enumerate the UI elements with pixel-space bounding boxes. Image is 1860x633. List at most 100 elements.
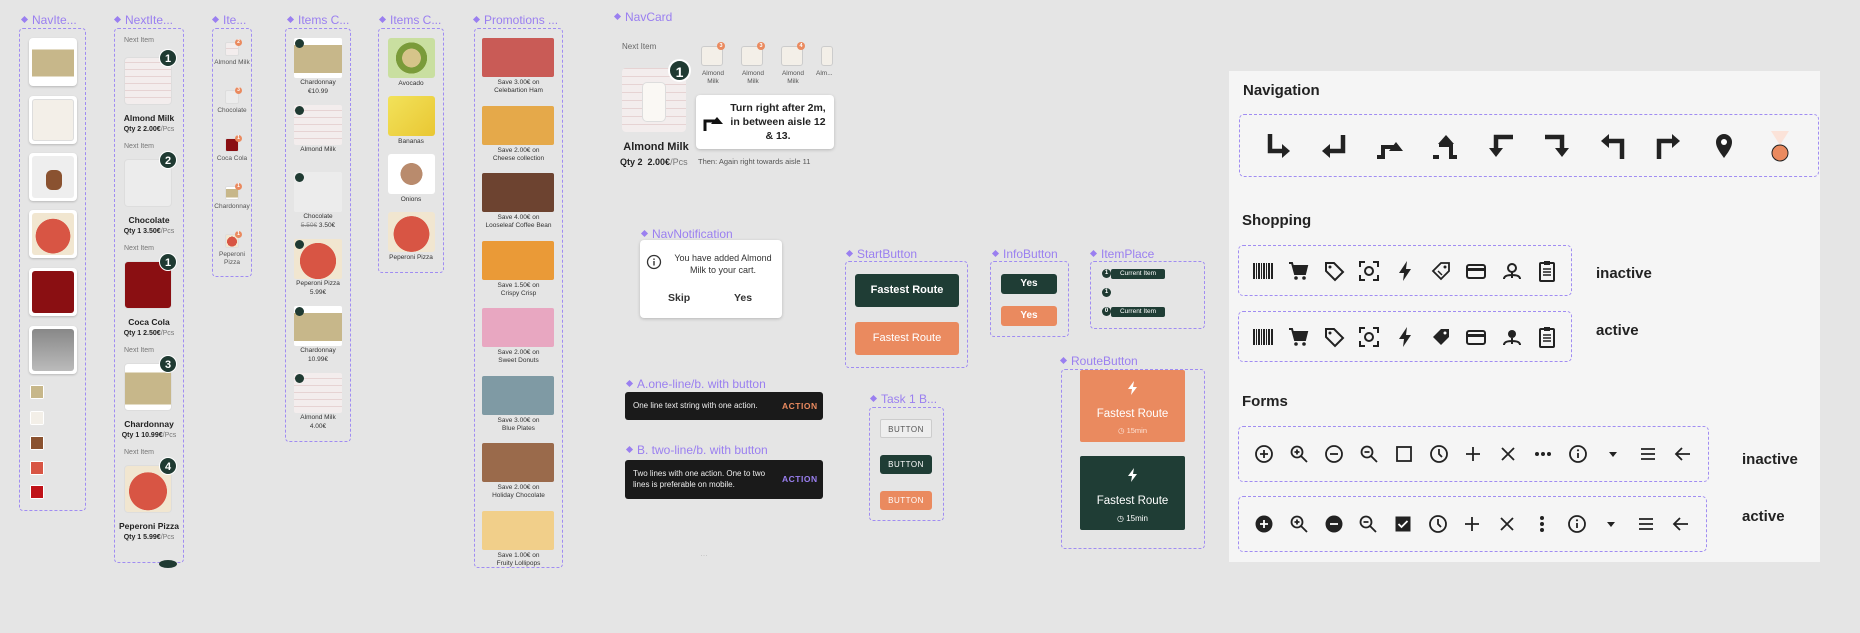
turn-down-right-icon[interactable]	[1263, 131, 1293, 161]
dropdown-arrow-icon[interactable]	[1601, 514, 1621, 534]
itemsc2-image[interactable]	[388, 154, 435, 194]
arrow-back-icon[interactable]	[1673, 444, 1693, 464]
frame-title-task[interactable]: Task 1 B...	[869, 392, 939, 406]
frame-title-itemplace[interactable]: ItemPlace	[1089, 247, 1169, 261]
info-circle-icon[interactable]	[1567, 514, 1587, 534]
user-location-icon[interactable]	[1765, 129, 1795, 163]
coupon-icon[interactable]	[1430, 326, 1452, 348]
arrow-back-icon[interactable]	[1671, 514, 1691, 534]
itemsc2-image[interactable]	[388, 96, 435, 136]
add-circle-icon[interactable]	[1254, 514, 1274, 534]
clock-icon[interactable]	[1429, 444, 1449, 464]
route-button-orange[interactable]: Fastest Route ◷ 15min	[1080, 370, 1185, 442]
plus-icon[interactable]	[1463, 444, 1483, 464]
turn-up-right-icon[interactable]	[1653, 131, 1683, 161]
promotion-image[interactable]	[482, 443, 554, 482]
frame-title-navitem[interactable]: NavIte...	[20, 13, 80, 27]
frame-title-navcard[interactable]: NavCard	[613, 10, 693, 24]
credit-card-icon[interactable]	[1465, 260, 1487, 282]
frame-title-infobutton[interactable]: InfoButton	[991, 247, 1066, 261]
cart-icon[interactable]	[1287, 326, 1309, 348]
itemsc2-image[interactable]	[388, 212, 435, 252]
navitem-mini-5[interactable]	[30, 485, 44, 499]
route-button-dark[interactable]: Fastest Route ◷ 15min	[1080, 456, 1185, 530]
navitem-thumb-milk[interactable]	[29, 96, 77, 144]
info-circle-icon[interactable]	[1568, 444, 1588, 464]
navcard-instruction-card[interactable]: Turn right after 2m, in between aisle 12…	[696, 95, 834, 149]
task-button-orange[interactable]: BUTTON	[880, 491, 932, 510]
yes-button-orange[interactable]: Yes	[1001, 306, 1057, 326]
step-up-left-icon[interactable]	[1430, 131, 1460, 161]
itemsc2-image[interactable]	[388, 38, 435, 78]
zoom-in-icon[interactable]	[1289, 444, 1309, 464]
plus-icon[interactable]	[1462, 514, 1482, 534]
barcode-icon[interactable]	[1252, 260, 1274, 282]
navitem-thumb-cola[interactable]	[29, 268, 77, 316]
checkbox-empty-icon[interactable]	[1394, 444, 1414, 464]
scan-icon[interactable]	[1358, 326, 1380, 348]
flash-icon[interactable]	[1394, 260, 1416, 282]
promotion-image[interactable]	[482, 375, 554, 415]
frame-title-navnotification[interactable]: NavNotification	[640, 227, 750, 241]
more-vertical-icon[interactable]	[1532, 514, 1552, 534]
zoom-in-icon[interactable]	[1289, 514, 1309, 534]
navitem-mini-4[interactable]	[30, 461, 44, 475]
location-pin-icon[interactable]	[1709, 131, 1739, 161]
snackbar-one-line-action[interactable]: ACTION	[782, 401, 818, 411]
navitem-thumb-pizza[interactable]	[29, 210, 77, 258]
cart-icon[interactable]	[1287, 260, 1309, 282]
scan-icon[interactable]	[1358, 260, 1380, 282]
promotion-image[interactable]	[482, 510, 554, 550]
fastest-route-button-dark[interactable]: Fastest Route	[855, 274, 959, 307]
more-horizontal-icon[interactable]	[1533, 444, 1553, 464]
clock-icon[interactable]	[1428, 514, 1448, 534]
frame-title-itemsc1[interactable]: Items C...	[286, 13, 356, 27]
promotion-image[interactable]	[482, 38, 554, 77]
credit-card-icon[interactable]	[1465, 326, 1487, 348]
promotion-image[interactable]	[482, 240, 554, 280]
remove-circle-icon[interactable]	[1324, 514, 1344, 534]
tag-icon[interactable]	[1323, 260, 1345, 282]
turn-up-left-icon[interactable]	[1598, 131, 1628, 161]
pickup-icon[interactable]	[1501, 326, 1523, 348]
checkbox-checked-icon[interactable]	[1393, 514, 1413, 534]
fastest-route-button-orange[interactable]: Fastest Route	[855, 322, 959, 355]
frame-title-itemsc2[interactable]: Items C...	[378, 13, 448, 27]
flash-icon[interactable]	[1394, 326, 1416, 348]
zoom-out-icon[interactable]	[1359, 444, 1379, 464]
frame-title-routebutton[interactable]: RouteButton	[1059, 354, 1149, 368]
task-button-dark[interactable]: BUTTON	[880, 455, 932, 474]
barcode-icon[interactable]	[1252, 326, 1274, 348]
remove-circle-icon[interactable]	[1324, 444, 1344, 464]
close-icon[interactable]	[1498, 444, 1518, 464]
navitem-thumb-people[interactable]	[29, 326, 77, 374]
menu-icon[interactable]	[1636, 514, 1656, 534]
upcoming-item-image[interactable]	[821, 46, 833, 66]
navnotification-yes-button[interactable]: Yes	[734, 292, 752, 304]
tag-icon[interactable]	[1323, 326, 1345, 348]
navitem-mini-3[interactable]	[30, 436, 44, 450]
coupon-icon[interactable]	[1430, 260, 1452, 282]
navitem-mini-1[interactable]	[30, 385, 44, 399]
navitem-thumb-wine[interactable]	[29, 38, 77, 86]
task-button-outline[interactable]: BUTTON	[880, 419, 932, 438]
promotion-image[interactable]	[482, 105, 554, 145]
zoom-out-icon[interactable]	[1358, 514, 1378, 534]
frame-title-nextitem[interactable]: NextIte...	[113, 13, 178, 27]
close-icon[interactable]	[1497, 514, 1517, 534]
yes-button-dark[interactable]: Yes	[1001, 274, 1057, 294]
dropdown-arrow-icon[interactable]	[1603, 444, 1623, 464]
return-left-icon[interactable]	[1319, 131, 1349, 161]
step-up-right-icon[interactable]	[1374, 131, 1404, 161]
promotion-image[interactable]	[482, 308, 554, 347]
navitem-thumb-chocolate[interactable]	[29, 153, 77, 201]
clipboard-icon[interactable]	[1536, 326, 1558, 348]
turn-down-right-alt-icon[interactable]	[1542, 131, 1572, 161]
frame-title-promotions[interactable]: Promotions ...	[472, 13, 562, 27]
turn-down-left-icon[interactable]	[1486, 131, 1516, 161]
frame-title-oneline[interactable]: A.one-line/b. with button	[625, 377, 785, 391]
promotion-image[interactable]	[482, 173, 554, 212]
frame-title-twoline[interactable]: B. two-line/b. with button	[625, 443, 785, 457]
navitem-mini-2[interactable]	[30, 411, 44, 425]
frame-title-startbutton[interactable]: StartButton	[845, 247, 935, 261]
